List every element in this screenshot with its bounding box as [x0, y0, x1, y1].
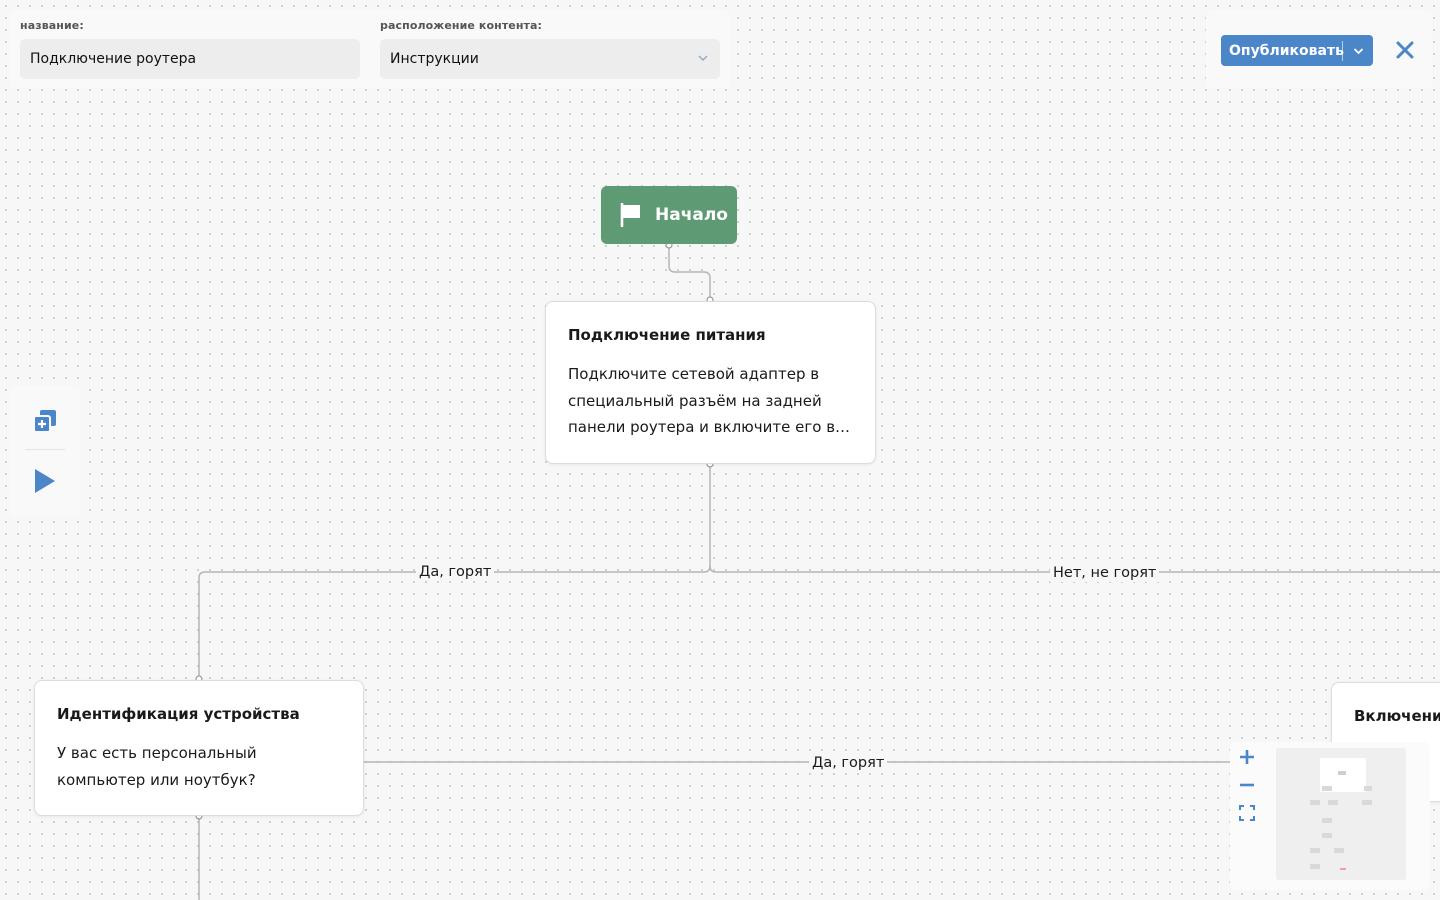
- location-select-value: Инструкции: [390, 51, 479, 67]
- close-icon: [1396, 41, 1414, 59]
- chevron-down-icon: [1353, 47, 1363, 54]
- flow-node-power[interactable]: Подключение питания Подключите сетевой а…: [545, 301, 876, 464]
- flow-node-device-identification[interactable]: Идентификация устройства У вас есть перс…: [34, 680, 364, 816]
- content-settings-panel: название: Подключение роутера расположен…: [10, 10, 730, 88]
- minimap-node: [1338, 771, 1346, 775]
- fit-screen-button[interactable]: [1236, 802, 1258, 824]
- zoom-minimap-panel: [1230, 742, 1430, 890]
- minimap-node: [1364, 786, 1372, 791]
- play-icon: [35, 469, 55, 493]
- flag-icon: [620, 203, 640, 227]
- name-input[interactable]: Подключение роутера: [20, 39, 360, 79]
- chevron-down-icon: [698, 55, 708, 61]
- tools-divider: [25, 449, 65, 450]
- actions-panel: Опубликовать: [1206, 10, 1432, 88]
- minimap-node: [1310, 800, 1320, 805]
- start-node-label: Начало: [655, 205, 728, 225]
- minimap-node: [1322, 786, 1332, 791]
- add-node-button[interactable]: [30, 406, 60, 436]
- minimap[interactable]: [1276, 748, 1406, 880]
- location-label: расположение контента:: [380, 19, 543, 32]
- zoom-in-icon: [1240, 750, 1254, 764]
- minimap-node: [1310, 864, 1320, 869]
- publish-button[interactable]: Опубликовать: [1221, 35, 1373, 66]
- minimap-node: [1334, 848, 1344, 853]
- zoom-in-button[interactable]: [1236, 746, 1258, 768]
- node-title: Подключение питания: [568, 326, 766, 344]
- minimap-node: [1322, 833, 1332, 838]
- edge-label-no[interactable]: Нет, не горят: [1050, 564, 1160, 582]
- node-title: Включение: [1354, 707, 1440, 725]
- minimap-node: [1340, 868, 1346, 870]
- add-node-icon: [33, 410, 56, 433]
- minimap-node: [1322, 818, 1332, 823]
- start-node[interactable]: Начало: [601, 186, 737, 244]
- minimap-node: [1328, 800, 1338, 805]
- node-title: Идентификация устройства: [57, 705, 300, 723]
- node-body: Подключите сетевой адаптер в специальный…: [568, 365, 851, 436]
- edge-label-yes[interactable]: Да, горят: [809, 754, 888, 772]
- publish-button-label: Опубликовать: [1229, 42, 1344, 59]
- edge-label-yes[interactable]: Да, горят: [416, 563, 495, 581]
- zoom-out-button[interactable]: [1236, 774, 1258, 796]
- node-body: У вас есть персональный компьютер или но…: [57, 744, 257, 789]
- close-button[interactable]: [1394, 39, 1416, 61]
- minimap-node: [1310, 848, 1320, 853]
- play-button[interactable]: [30, 466, 60, 496]
- name-label: название:: [20, 19, 84, 32]
- tools-panel: [10, 386, 80, 516]
- minimap-node: [1362, 800, 1372, 805]
- publish-dropdown-toggle[interactable]: [1343, 35, 1373, 66]
- fit-screen-icon: [1239, 805, 1255, 821]
- location-select[interactable]: Инструкции: [380, 39, 720, 79]
- zoom-out-icon: [1240, 783, 1254, 787]
